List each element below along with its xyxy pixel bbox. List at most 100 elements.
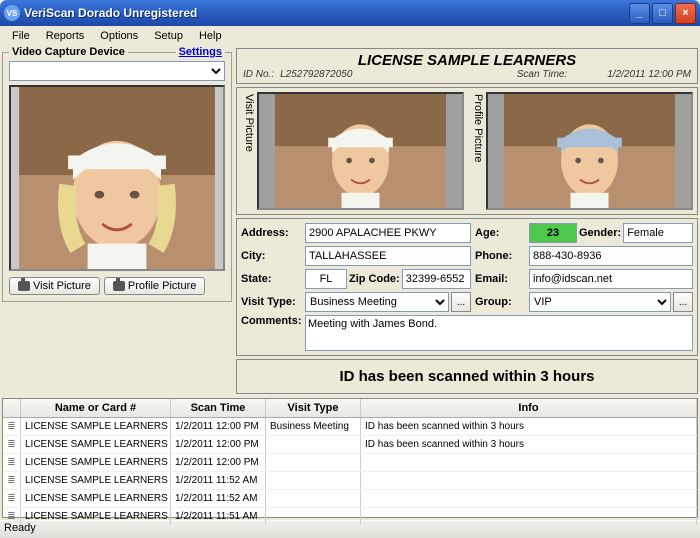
menu-options[interactable]: Options [92,28,146,44]
visit-picture-label: Visit Picture [241,92,257,210]
table-row[interactable]: ≣LICENSE SAMPLE LEARNERS1/2/2011 12:00 P… [3,454,697,472]
address-input[interactable] [305,223,471,243]
row-time: 1/2/2011 11:51 AM [171,508,266,525]
row-time: 1/2/2011 12:00 PM [171,436,266,453]
state-label: State: [241,273,301,285]
phone-label: Phone: [475,250,525,262]
gender-input[interactable] [623,223,693,243]
grid-header-icon [3,399,21,417]
idno-label: ID No.: [243,69,274,80]
camera-icon [18,281,30,291]
close-button[interactable]: × [675,3,696,24]
group-edit-button[interactable]: ... [673,292,693,312]
capture-device-dropdown[interactable] [9,61,225,81]
scantime-label: Scan Time: [517,69,567,80]
video-capture-group: Video Capture Device Settings [2,52,232,302]
row-info [361,508,697,525]
profile-picture-frame [486,92,693,210]
age-input[interactable] [529,223,577,243]
phone-input[interactable] [529,246,693,266]
group-dropdown[interactable]: VIP [529,292,671,312]
row-info: ID has been scanned within 3 hours [361,418,697,435]
city-label: City: [241,250,301,262]
details-form: Address: Age: Gender: City: Phone: State… [236,218,698,356]
row-time: 1/2/2011 12:00 PM [171,454,266,471]
table-row[interactable]: ≣LICENSE SAMPLE LEARNERS1/2/2011 11:51 A… [3,508,697,526]
zip-label: Zip Code: [349,273,400,285]
menu-help[interactable]: Help [191,28,230,44]
row-type: Business Meeting [266,418,361,435]
grid-header-visittype[interactable]: Visit Type [266,399,361,417]
row-time: 1/2/2011 11:52 AM [171,472,266,489]
pictures-panel: Visit Picture Profile Picture [236,87,698,215]
visit-type-label: Visit Type: [241,296,301,308]
visit-type-dropdown[interactable]: Business Meeting [305,292,449,312]
window-title: VeriScan Dorado Unregistered [24,6,627,20]
comments-textarea[interactable]: Meeting with James Bond. [305,315,693,351]
camera-icon [113,281,125,291]
profile-photo [488,94,691,208]
row-icon: ≣ [3,418,21,435]
profile-picture-button[interactable]: Profile Picture [104,277,205,295]
person-photo [11,87,223,269]
visit-picture-button[interactable]: Visit Picture [9,277,100,295]
minimize-button[interactable]: _ [629,3,650,24]
row-name: LICENSE SAMPLE LEARNERS [21,472,171,489]
row-info [361,454,697,471]
row-info [361,472,697,489]
table-row[interactable]: ≣LICENSE SAMPLE LEARNERS1/2/2011 11:52 A… [3,490,697,508]
grid-header-row: Name or Card # Scan Time Visit Type Info [3,399,697,418]
settings-link[interactable]: Settings [176,46,225,58]
row-icon: ≣ [3,454,21,471]
age-label: Age: [475,227,525,239]
comments-label: Comments: [241,315,301,327]
row-type [266,454,361,471]
scantime-value: 1/2/2011 12:00 PM [567,69,691,80]
title-bar: VS VeriScan Dorado Unregistered _ □ × [0,0,700,26]
address-label: Address: [241,227,301,239]
row-info: ID has been scanned within 3 hours [361,436,697,453]
scan-status-message: ID has been scanned within 3 hours [236,359,698,394]
menu-setup[interactable]: Setup [146,28,191,44]
row-type [266,490,361,507]
group-label: Video Capture Device [9,46,128,58]
menu-bar: File Reports Options Setup Help [0,26,700,46]
app-icon: VS [4,5,20,21]
row-name: LICENSE SAMPLE LEARNERS [21,490,171,507]
grid-header-name[interactable]: Name or Card # [21,399,171,417]
menu-reports[interactable]: Reports [38,28,93,44]
profile-picture-label: Profile Picture [470,92,486,210]
license-name: LICENSE SAMPLE LEARNERS [243,52,691,69]
table-row[interactable]: ≣LICENSE SAMPLE LEARNERS1/2/2011 11:52 A… [3,472,697,490]
row-type [266,436,361,453]
row-icon: ≣ [3,436,21,453]
table-row[interactable]: ≣LICENSE SAMPLE LEARNERS1/2/2011 12:00 P… [3,418,697,436]
email-input[interactable] [529,269,693,289]
grid-header-scantime[interactable]: Scan Time [171,399,266,417]
license-header: LICENSE SAMPLE LEARNERS ID No.: L2527928… [236,48,698,84]
state-input[interactable] [305,269,347,289]
zip-input[interactable] [402,269,471,289]
row-name: LICENSE SAMPLE LEARNERS [21,436,171,453]
row-time: 1/2/2011 12:00 PM [171,418,266,435]
capture-preview [9,85,225,271]
city-input[interactable] [305,246,471,266]
row-icon: ≣ [3,490,21,507]
row-type [266,472,361,489]
row-time: 1/2/2011 11:52 AM [171,490,266,507]
maximize-button[interactable]: □ [652,3,673,24]
visit-photo [259,94,462,208]
row-type [266,508,361,525]
history-grid[interactable]: Name or Card # Scan Time Visit Type Info… [2,398,698,518]
grid-header-info[interactable]: Info [361,399,697,417]
row-icon: ≣ [3,472,21,489]
row-name: LICENSE SAMPLE LEARNERS [21,454,171,471]
visit-picture-frame [257,92,464,210]
row-name: LICENSE SAMPLE LEARNERS [21,508,171,525]
table-row[interactable]: ≣LICENSE SAMPLE LEARNERS1/2/2011 12:00 P… [3,436,697,454]
row-info [361,490,697,507]
visit-type-edit-button[interactable]: ... [451,292,471,312]
email-label: Email: [475,273,525,285]
menu-file[interactable]: File [4,28,38,44]
gender-label: Gender: [579,227,621,239]
